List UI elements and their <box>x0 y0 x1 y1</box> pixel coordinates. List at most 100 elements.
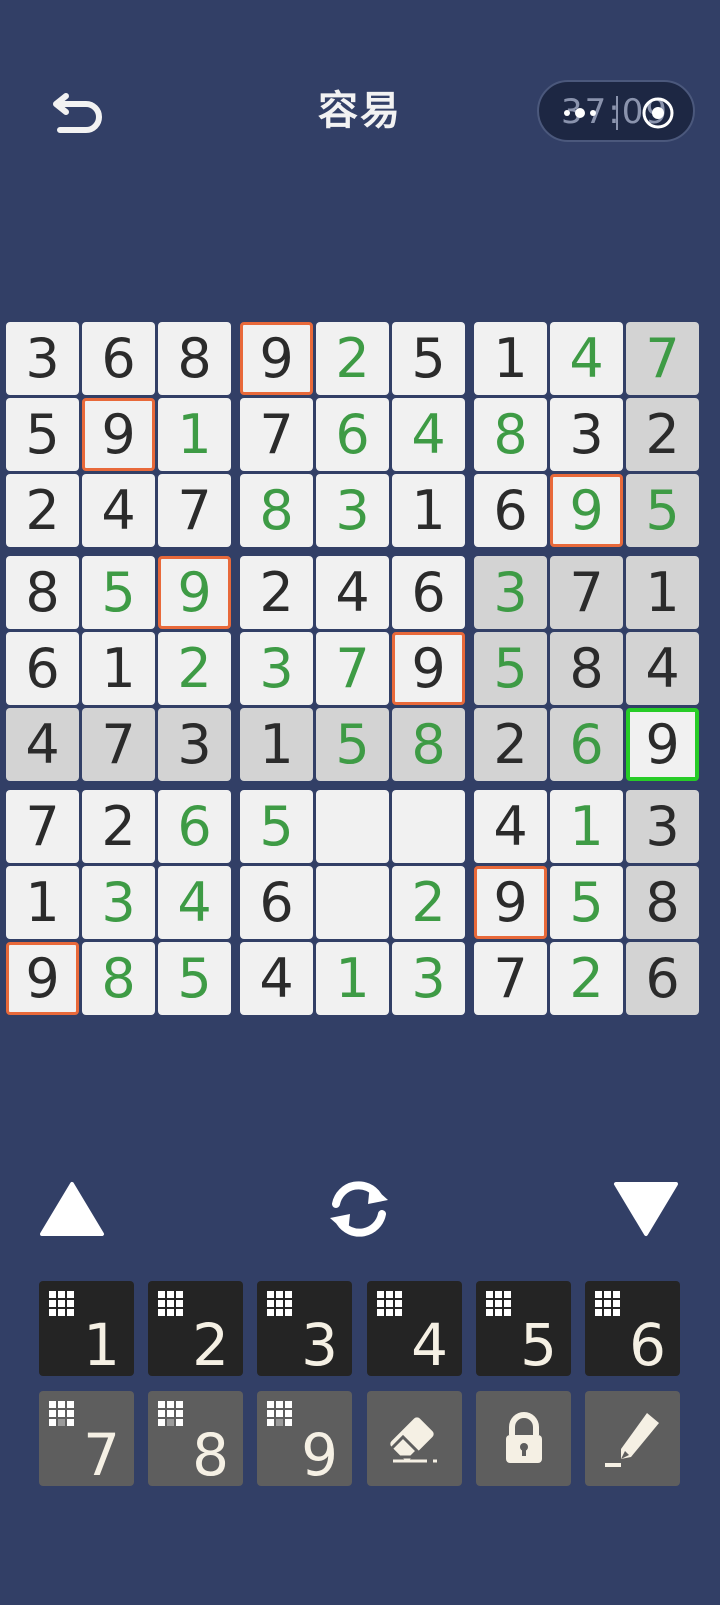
sudoku-cell[interactable]: 5 <box>158 942 231 1015</box>
sudoku-cell[interactable]: 3 <box>82 866 155 939</box>
pencil-notes-button[interactable] <box>585 1391 680 1486</box>
sudoku-cell[interactable]: 8 <box>550 632 623 705</box>
sudoku-cell[interactable]: 1 <box>626 556 699 629</box>
number-key-6[interactable]: 6 <box>585 1281 680 1376</box>
sudoku-cell[interactable]: 3 <box>316 474 389 547</box>
sudoku-cell[interactable]: 4 <box>158 866 231 939</box>
sudoku-cell[interactable]: 5 <box>240 790 313 863</box>
sudoku-cell[interactable]: 3 <box>392 942 465 1015</box>
sudoku-cell[interactable]: 4 <box>82 474 155 547</box>
sudoku-cell[interactable]: 4 <box>316 556 389 629</box>
sudoku-cell[interactable] <box>392 790 465 863</box>
sudoku-cell[interactable]: 4 <box>6 708 79 781</box>
sudoku-cell[interactable]: 9 <box>240 322 313 395</box>
sudoku-cell[interactable]: 7 <box>474 942 547 1015</box>
sudoku-cell[interactable]: 1 <box>392 474 465 547</box>
sudoku-cell[interactable]: 9 <box>550 474 623 547</box>
sudoku-cell[interactable]: 8 <box>392 708 465 781</box>
sudoku-cell[interactable]: 1 <box>6 866 79 939</box>
sudoku-cell[interactable]: 7 <box>240 398 313 471</box>
sudoku-cell[interactable]: 7 <box>626 322 699 395</box>
sudoku-cell[interactable]: 3 <box>474 556 547 629</box>
sudoku-cell[interactable]: 7 <box>158 474 231 547</box>
sudoku-cell[interactable]: 8 <box>158 322 231 395</box>
number-key-4[interactable]: 4 <box>367 1281 462 1376</box>
sudoku-cell[interactable]: 6 <box>626 942 699 1015</box>
sudoku-cell[interactable] <box>316 866 389 939</box>
number-key-8[interactable]: 8 <box>148 1391 243 1486</box>
number-key-7[interactable]: 7 <box>39 1391 134 1486</box>
sudoku-cell[interactable]: 6 <box>316 398 389 471</box>
sudoku-cell[interactable]: 1 <box>474 322 547 395</box>
sudoku-cell[interactable]: 5 <box>626 474 699 547</box>
sudoku-cell[interactable]: 7 <box>550 556 623 629</box>
sudoku-cell[interactable]: 2 <box>82 790 155 863</box>
sudoku-cell[interactable]: 2 <box>6 474 79 547</box>
sudoku-cell[interactable]: 8 <box>6 556 79 629</box>
sudoku-cell[interactable]: 1 <box>82 632 155 705</box>
sudoku-cell[interactable]: 8 <box>626 866 699 939</box>
sudoku-cell[interactable]: 6 <box>158 790 231 863</box>
sudoku-cell[interactable]: 4 <box>240 942 313 1015</box>
sudoku-cell[interactable]: 6 <box>240 866 313 939</box>
erase-button[interactable] <box>367 1391 462 1486</box>
sudoku-cell[interactable]: 9 <box>82 398 155 471</box>
sudoku-cell[interactable]: 8 <box>474 398 547 471</box>
sudoku-cell[interactable]: 2 <box>626 398 699 471</box>
sudoku-cell[interactable]: 9 <box>158 556 231 629</box>
sudoku-cell[interactable]: 4 <box>474 790 547 863</box>
sudoku-cell[interactable]: 7 <box>316 632 389 705</box>
sudoku-cell[interactable]: 9 <box>6 942 79 1015</box>
sudoku-cell[interactable]: 9 <box>626 708 699 781</box>
sudoku-cell[interactable]: 2 <box>392 866 465 939</box>
triangle-down-icon[interactable] <box>612 1180 680 1238</box>
number-key-label: 5 <box>520 1311 557 1379</box>
sudoku-cell[interactable]: 6 <box>550 708 623 781</box>
number-key-3[interactable]: 3 <box>257 1281 352 1376</box>
sudoku-cell[interactable]: 5 <box>316 708 389 781</box>
number-key-1[interactable]: 1 <box>39 1281 134 1376</box>
sudoku-cell[interactable]: 5 <box>6 398 79 471</box>
sudoku-cell[interactable]: 9 <box>474 866 547 939</box>
sudoku-cell[interactable]: 1 <box>316 942 389 1015</box>
sudoku-cell[interactable]: 2 <box>474 708 547 781</box>
number-key-9[interactable]: 9 <box>257 1391 352 1486</box>
sudoku-cell[interactable]: 2 <box>240 556 313 629</box>
sudoku-cell[interactable]: 6 <box>82 322 155 395</box>
sudoku-cell[interactable]: 1 <box>158 398 231 471</box>
sudoku-cell[interactable]: 3 <box>626 790 699 863</box>
sudoku-cell[interactable]: 7 <box>6 790 79 863</box>
sudoku-cell[interactable]: 8 <box>82 942 155 1015</box>
sudoku-cell[interactable]: 8 <box>240 474 313 547</box>
sudoku-cell[interactable]: 6 <box>474 474 547 547</box>
sudoku-cell[interactable]: 3 <box>550 398 623 471</box>
sudoku-cell[interactable]: 4 <box>392 398 465 471</box>
sudoku-cell[interactable] <box>316 790 389 863</box>
sudoku-cell[interactable]: 5 <box>474 632 547 705</box>
sudoku-cell[interactable]: 3 <box>240 632 313 705</box>
sudoku-cell[interactable]: 5 <box>550 866 623 939</box>
eraser-icon <box>389 1417 437 1463</box>
sudoku-cell[interactable]: 4 <box>626 632 699 705</box>
sudoku-cell[interactable]: 7 <box>82 708 155 781</box>
sudoku-board: 3689251475917648322478316958592463716123… <box>0 0 720 1050</box>
sudoku-cell[interactable]: 2 <box>550 942 623 1015</box>
sudoku-cell[interactable]: 9 <box>392 632 465 705</box>
lock-button[interactable] <box>476 1391 571 1486</box>
sudoku-cell[interactable]: 6 <box>6 632 79 705</box>
sudoku-cell[interactable]: 2 <box>158 632 231 705</box>
number-key-5[interactable]: 5 <box>476 1281 571 1376</box>
refresh-icon[interactable] <box>324 1176 394 1242</box>
sudoku-cell[interactable]: 3 <box>158 708 231 781</box>
notes-grid-icon <box>595 1291 620 1316</box>
number-key-2[interactable]: 2 <box>148 1281 243 1376</box>
sudoku-cell[interactable]: 1 <box>550 790 623 863</box>
sudoku-cell[interactable]: 3 <box>6 322 79 395</box>
sudoku-cell[interactable]: 5 <box>82 556 155 629</box>
triangle-up-icon[interactable] <box>38 1180 106 1238</box>
sudoku-cell[interactable]: 5 <box>392 322 465 395</box>
sudoku-cell[interactable]: 2 <box>316 322 389 395</box>
sudoku-cell[interactable]: 1 <box>240 708 313 781</box>
sudoku-cell[interactable]: 4 <box>550 322 623 395</box>
sudoku-cell[interactable]: 6 <box>392 556 465 629</box>
